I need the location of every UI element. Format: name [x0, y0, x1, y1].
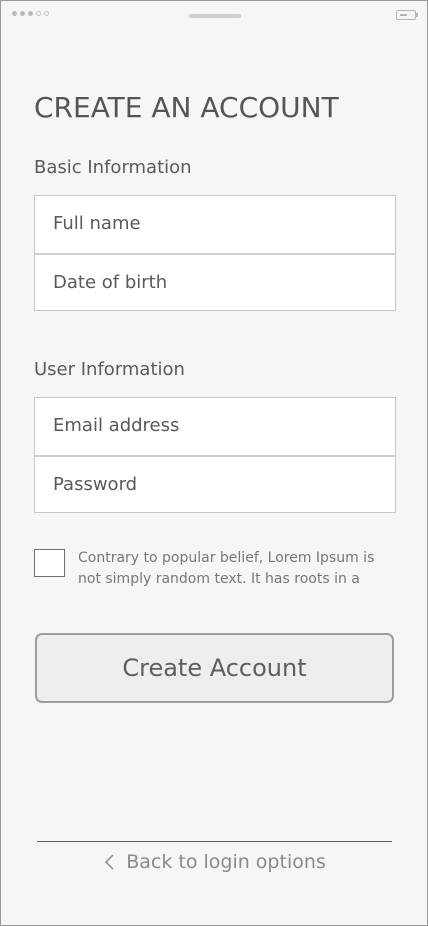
speaker-notch	[189, 14, 241, 18]
terms-checkbox[interactable]	[34, 549, 65, 577]
create-account-button[interactable]: Create Account	[35, 633, 394, 703]
signal-dot	[36, 11, 41, 16]
signal-indicator	[12, 11, 49, 16]
password-placeholder: Password	[53, 474, 138, 495]
phone-frame: CREATE AN ACCOUNT Basic Information Full…	[0, 0, 428, 926]
signal-dot	[28, 11, 33, 16]
date-of-birth-field[interactable]: Date of birth	[35, 253, 395, 310]
signal-dot	[44, 11, 49, 16]
full-name-field[interactable]: Full name	[35, 196, 395, 253]
terms-text: Contrary to popular belief, Lorem Ipsum …	[78, 550, 375, 587]
user-information-label: User Information	[34, 359, 185, 380]
full-name-placeholder: Full name	[53, 213, 141, 234]
back-to-login-link[interactable]: Back to login options	[1, 851, 427, 873]
password-field[interactable]: Password	[35, 455, 395, 512]
signal-dot	[12, 11, 17, 16]
chevron-left-icon	[105, 854, 114, 870]
basic-information-label: Basic Information	[34, 157, 192, 178]
signal-dot	[20, 11, 25, 16]
email-field[interactable]: Email address	[35, 398, 395, 455]
battery-icon	[396, 10, 418, 20]
user-information-group: Email address Password	[34, 397, 396, 513]
page-title: CREATE AN ACCOUNT	[34, 91, 339, 124]
email-placeholder: Email address	[53, 415, 180, 436]
footer-divider	[37, 841, 392, 842]
back-to-login-label: Back to login options	[126, 851, 326, 873]
battery-level	[400, 14, 407, 16]
basic-information-group: Full name Date of birth	[34, 195, 396, 311]
date-of-birth-placeholder: Date of birth	[53, 272, 168, 293]
